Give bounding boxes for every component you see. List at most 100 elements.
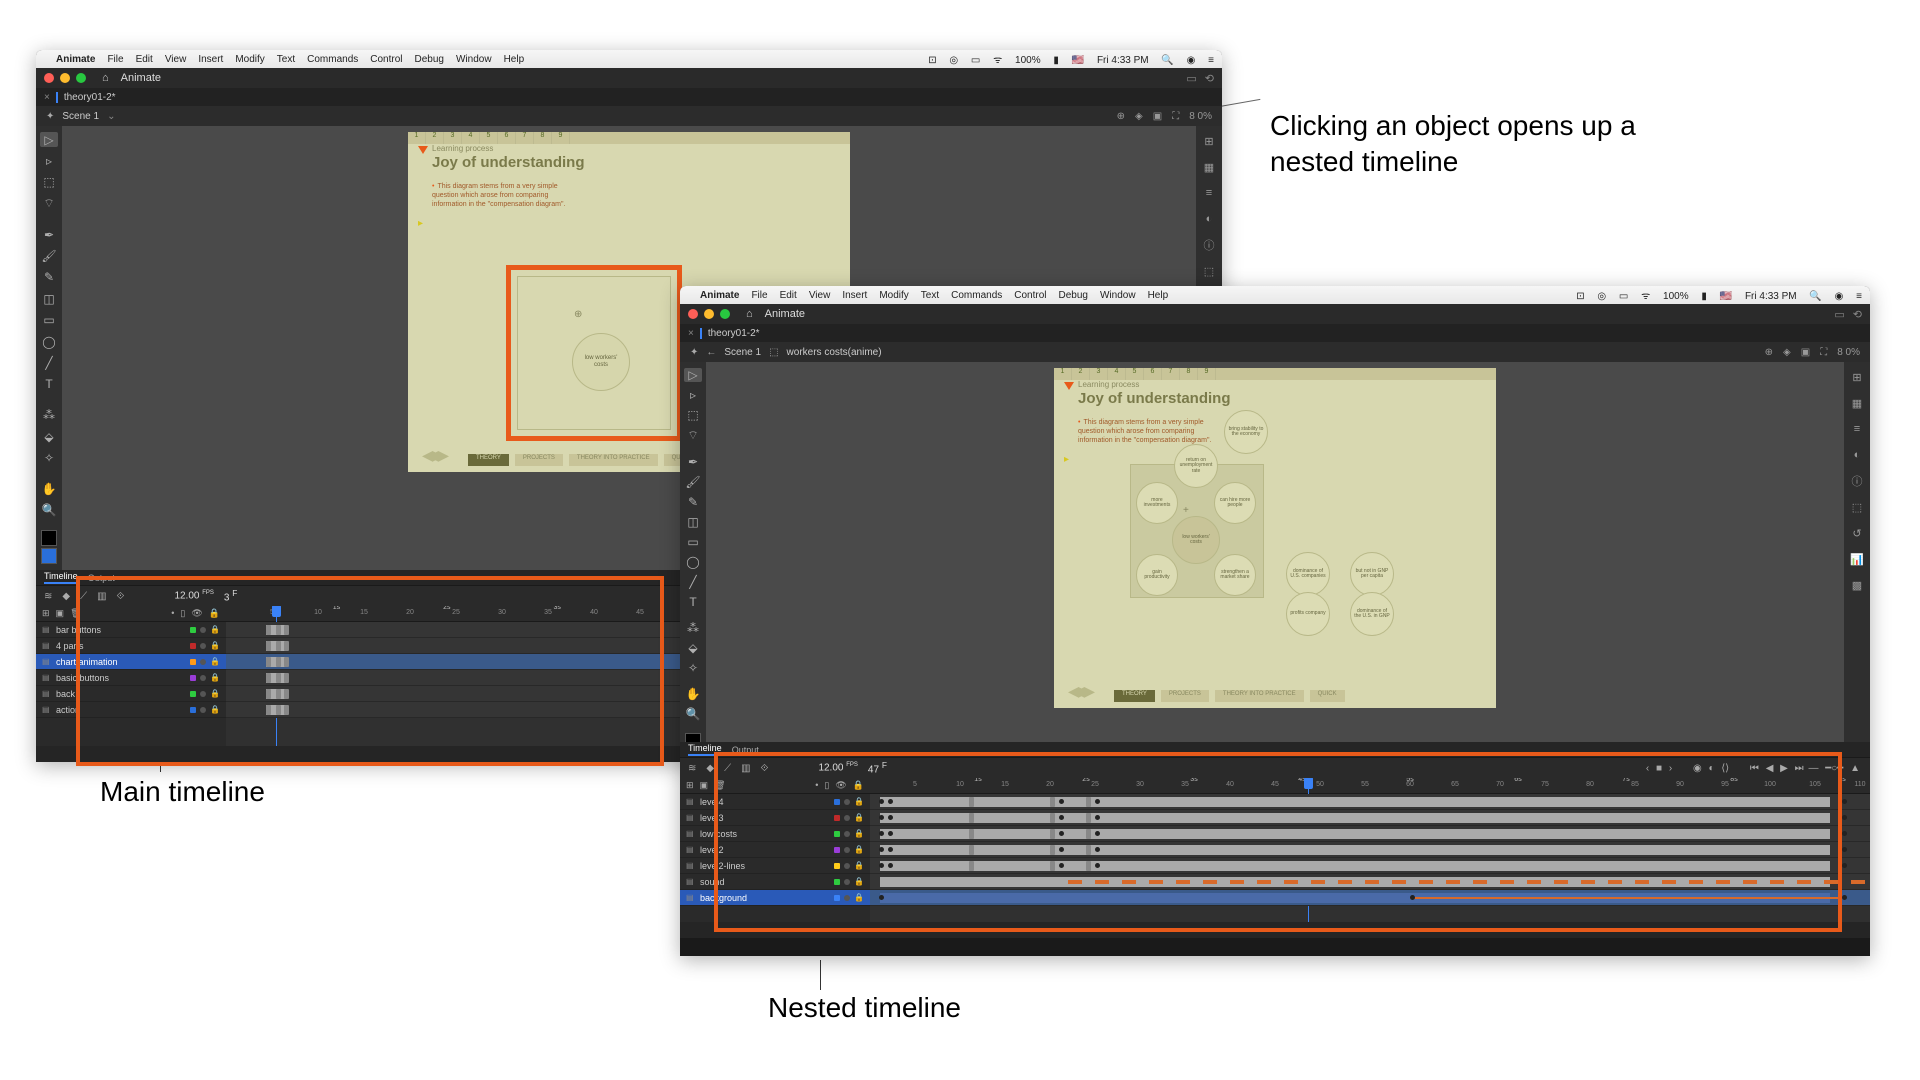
- layer-color-swatch[interactable]: [834, 847, 840, 853]
- menu-insert[interactable]: Insert: [198, 54, 223, 65]
- layer-toggle-dot[interactable]: [200, 707, 206, 713]
- layer-toggle-dot[interactable]: [200, 627, 206, 633]
- zoom-button[interactable]: [76, 73, 86, 83]
- flag-icon[interactable]: 🇺🇸: [1072, 55, 1084, 66]
- step-back-button[interactable]: ◀: [1766, 763, 1774, 774]
- first-frame-button[interactable]: ‹: [1646, 763, 1649, 774]
- menu-animate[interactable]: Animate: [700, 290, 739, 301]
- layer-color-swatch[interactable]: [190, 627, 196, 633]
- pen-tool-icon[interactable]: ✒: [684, 455, 702, 469]
- layer-lock-toggle[interactable]: 🔒: [854, 829, 864, 838]
- lasso-tool-icon[interactable]: ⌔: [40, 196, 58, 211]
- layer-lock-toggle[interactable]: 🔒: [854, 877, 864, 886]
- symbol-circle[interactable]: low workers' costs: [572, 333, 630, 391]
- rotate-icon[interactable]: ◈: [1135, 111, 1143, 122]
- layer-toggle-dot[interactable]: [844, 863, 850, 869]
- layer-row[interactable]: ▤4 parts🔒: [36, 638, 226, 654]
- menu-modify[interactable]: Modify: [879, 290, 908, 301]
- layer-lock-toggle[interactable]: 🔒: [210, 657, 220, 666]
- layer-color-swatch[interactable]: [190, 643, 196, 649]
- center-stage-icon[interactable]: ⊕: [1765, 347, 1773, 358]
- keyframe-tool-icon[interactable]: ◆: [62, 591, 70, 602]
- menu-commands[interactable]: Commands: [951, 290, 1002, 301]
- frame-readout[interactable]: 3 F: [224, 588, 237, 603]
- workspace-icon[interactable]: ▭: [1834, 308, 1844, 321]
- zoom-button[interactable]: [720, 309, 730, 319]
- layer-color-swatch[interactable]: [834, 863, 840, 869]
- circle-stability[interactable]: bring stability to the economy: [1224, 410, 1268, 454]
- track-row[interactable]: [870, 810, 1870, 826]
- layer-lock-icon[interactable]: 🔒: [853, 780, 864, 791]
- layer-row[interactable]: ▤background🔒: [680, 890, 870, 906]
- tab-output[interactable]: Output: [88, 573, 115, 583]
- layer-color-swatch[interactable]: [834, 815, 840, 821]
- menu-text[interactable]: Text: [921, 290, 939, 301]
- close-button[interactable]: [44, 73, 54, 83]
- battery-icon[interactable]: ▮: [1053, 55, 1059, 66]
- onion-outline-icon[interactable]: ◐: [1708, 763, 1714, 774]
- layer-row[interactable]: ▤level4🔒: [680, 794, 870, 810]
- layer-toggle-dot[interactable]: [844, 895, 850, 901]
- control-center-icon[interactable]: ◉: [1835, 291, 1844, 302]
- scene-icon[interactable]: ✦: [46, 111, 54, 122]
- doc-tab[interactable]: theory01-2*: [56, 92, 116, 103]
- layer-lock-icon[interactable]: 🔒: [209, 608, 220, 619]
- status-icon[interactable]: ⊡: [1576, 291, 1584, 302]
- stage-area[interactable]: 123456789 Learning process Joy of unders…: [706, 362, 1844, 742]
- pencil-tool-icon[interactable]: ✎: [40, 270, 58, 285]
- home-icon[interactable]: ⌂: [746, 308, 753, 320]
- circle-productivity[interactable]: gain productivity: [1136, 554, 1178, 596]
- layer-name[interactable]: action: [56, 705, 186, 715]
- wifi-icon[interactable]: ᯤ: [1641, 291, 1650, 302]
- text-tool-icon[interactable]: T: [40, 377, 58, 392]
- track-row[interactable]: [870, 874, 1870, 890]
- selection-tool-icon[interactable]: ▷: [40, 132, 58, 147]
- layer-name[interactable]: level2: [700, 845, 830, 855]
- bottom-tab-projects[interactable]: PROJECTS: [1161, 690, 1209, 702]
- zoom-out-timeline-icon[interactable]: —: [1808, 763, 1818, 774]
- keyframe-tool-icon[interactable]: ◆: [706, 763, 714, 774]
- layer-toggle-dot[interactable]: [844, 879, 850, 885]
- swatches-panel-icon[interactable]: ▩: [1848, 576, 1866, 594]
- menu-edit[interactable]: Edit: [136, 54, 153, 65]
- menu-window[interactable]: Window: [456, 54, 492, 65]
- bottom-tab-projects[interactable]: PROJECTS: [515, 454, 563, 466]
- menu-debug[interactable]: Debug: [1059, 290, 1088, 301]
- layer-row[interactable]: ▤level2🔒: [680, 842, 870, 858]
- hand-tool-icon[interactable]: ✋: [684, 687, 702, 701]
- align-panel-icon[interactable]: ≡: [1848, 420, 1866, 438]
- delete-layer-icon[interactable]: 🗑: [714, 780, 725, 791]
- menu-view[interactable]: View: [165, 54, 187, 65]
- chart-panel-icon[interactable]: 📊: [1848, 550, 1866, 568]
- layer-color-swatch[interactable]: [190, 675, 196, 681]
- layer-row[interactable]: ▤low costs🔒: [680, 826, 870, 842]
- notif-icon[interactable]: ≡: [1856, 291, 1862, 302]
- brush-tool-icon[interactable]: 🖌: [40, 248, 58, 263]
- layer-highlight-icon[interactable]: •: [171, 608, 174, 619]
- color-panel-icon[interactable]: ◐: [1200, 210, 1218, 228]
- layer-name[interactable]: bar buttons: [56, 625, 186, 635]
- close-button[interactable]: [688, 309, 698, 319]
- track-row[interactable]: [870, 858, 1870, 874]
- menu-file[interactable]: File: [751, 290, 767, 301]
- layer-lock-toggle[interactable]: 🔒: [210, 641, 220, 650]
- layer-name[interactable]: chart animation: [56, 657, 186, 667]
- minimize-button[interactable]: [704, 309, 714, 319]
- zoom-value[interactable]: 8 0%: [1837, 347, 1860, 358]
- layer-lock-toggle[interactable]: 🔒: [210, 673, 220, 682]
- edit-multiple-icon[interactable]: ⟐: [117, 591, 125, 602]
- layer-toggle-dot[interactable]: [200, 691, 206, 697]
- layer-color-swatch[interactable]: [834, 895, 840, 901]
- pen-tool-icon[interactable]: ✒: [40, 227, 58, 242]
- nav-arrows-icon[interactable]: ◀◀ ▶▶: [1068, 683, 1090, 700]
- circle-unemployment[interactable]: return on unemployment rate: [1174, 444, 1218, 488]
- circle-profits[interactable]: profits company: [1286, 592, 1330, 636]
- oval-tool-icon[interactable]: ◯: [684, 555, 702, 569]
- menu-control[interactable]: Control: [370, 54, 402, 65]
- menu-view[interactable]: View: [809, 290, 831, 301]
- loop-icon[interactable]: ◉: [1693, 763, 1702, 774]
- circle-us-companies[interactable]: dominance of U.S. companies: [1286, 552, 1330, 596]
- rotate-icon[interactable]: ◈: [1783, 347, 1791, 358]
- fit-icon[interactable]: ⛶: [1820, 347, 1827, 358]
- step-fwd-button[interactable]: ⏭: [1795, 763, 1804, 774]
